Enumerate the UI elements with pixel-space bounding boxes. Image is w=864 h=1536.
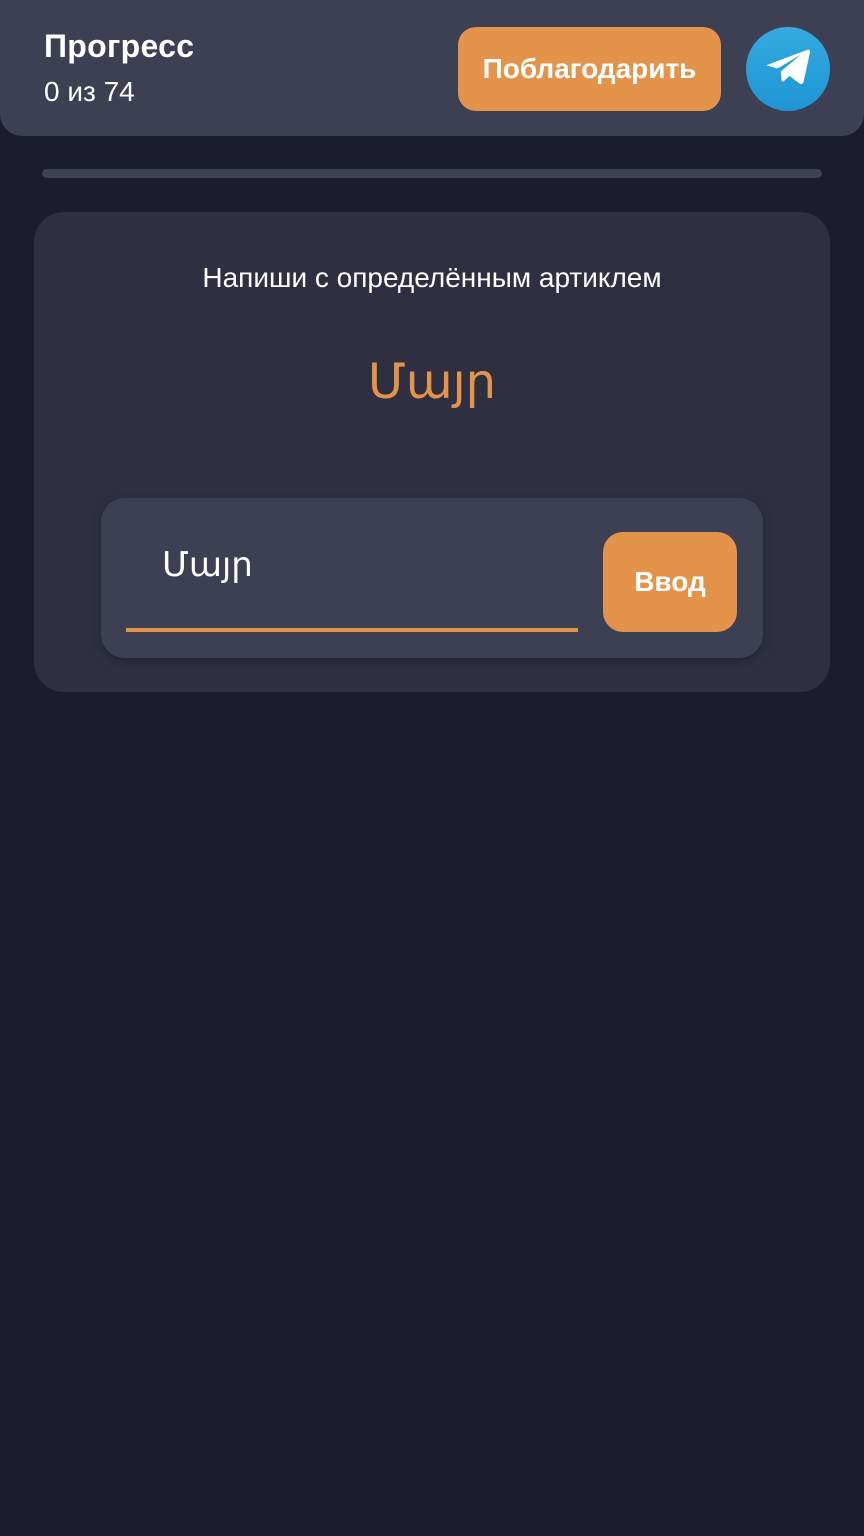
answer-input[interactable] xyxy=(126,532,578,632)
instruction-text: Напиши с определённым артиклем xyxy=(202,262,662,293)
telegram-button[interactable] xyxy=(746,27,830,111)
top-bar: Прогресс 0 из 74 Поблагодарить xyxy=(0,0,864,136)
enter-button[interactable]: Ввод xyxy=(603,532,737,632)
progress-bar xyxy=(42,169,822,178)
answer-panel: Ввод xyxy=(101,498,763,658)
telegram-icon xyxy=(765,47,811,92)
exercise-word: Մայր xyxy=(367,356,497,409)
progress-count: 0 из 74 xyxy=(44,76,135,107)
exercise-card: Напиши с определённым артиклем Մայր Ввод xyxy=(34,212,830,692)
progress-title: Прогресс xyxy=(44,28,195,64)
thank-button[interactable]: Поблагодарить xyxy=(458,27,721,111)
